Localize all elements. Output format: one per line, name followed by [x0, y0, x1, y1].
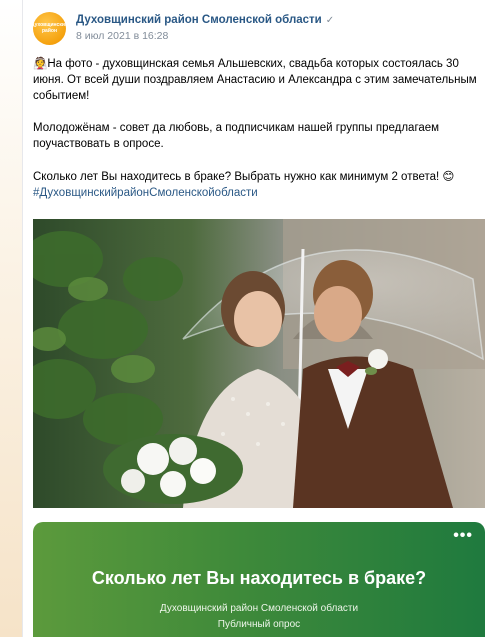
poll-type: Публичный опрос [217, 619, 301, 630]
wedding-photo-illustration [33, 219, 485, 508]
bride-emoji-icon: 👰 [33, 56, 48, 70]
post-photo[interactable] [33, 219, 485, 508]
group-name-link[interactable]: Духовщинский район Смоленской области ✓ [76, 14, 334, 26]
post-paragraph-1-text: На фото - духовщинская семья Альшевских,… [33, 58, 477, 102]
poll-card[interactable]: ••• Сколько лет Вы находитесь в браке? Д… [33, 522, 485, 637]
avatar-text: Духовщинский район [33, 22, 66, 34]
post-paragraph-3-text: Сколько лет Вы находитесь в браке? Выбра… [33, 171, 440, 183]
post-text: 👰На фото - духовщинская семья Альшевских… [33, 55, 481, 201]
post-paragraph-3: Сколько лет Вы находитесь в браке? Выбра… [33, 168, 481, 185]
group-name-text: Духовщинский район Смоленской области [76, 14, 322, 26]
post-date-link[interactable]: 8 июл 2021 в 16:28 [76, 30, 168, 42]
smile-emoji-icon: 😊 [442, 169, 455, 183]
poll-more-icon[interactable]: ••• [453, 528, 473, 544]
post-header: Духовщинский район Духовщинский район См… [33, 12, 473, 46]
group-avatar[interactable]: Духовщинский район [33, 12, 66, 45]
wall-post: Духовщинский район Духовщинский район См… [22, 0, 492, 637]
poll-question: Сколько лет Вы находитесь в браке? [91, 568, 427, 588]
poll-owner: Духовщинский район Смоленской области [159, 603, 359, 614]
post-hashtag-line: #ДуховщинскийрайонСмоленскойобласти [33, 185, 481, 201]
post-paragraph-2: Молодожёнам - совет да любовь, а подписч… [33, 122, 440, 150]
verified-check-icon: ✓ [325, 15, 335, 26]
post-paragraph-1: 👰На фото - духовщинская семья Альшевских… [33, 55, 481, 104]
hashtag-link[interactable]: #ДуховщинскийрайонСмоленскойобласти [33, 187, 258, 199]
left-background-strip [0, 0, 22, 637]
